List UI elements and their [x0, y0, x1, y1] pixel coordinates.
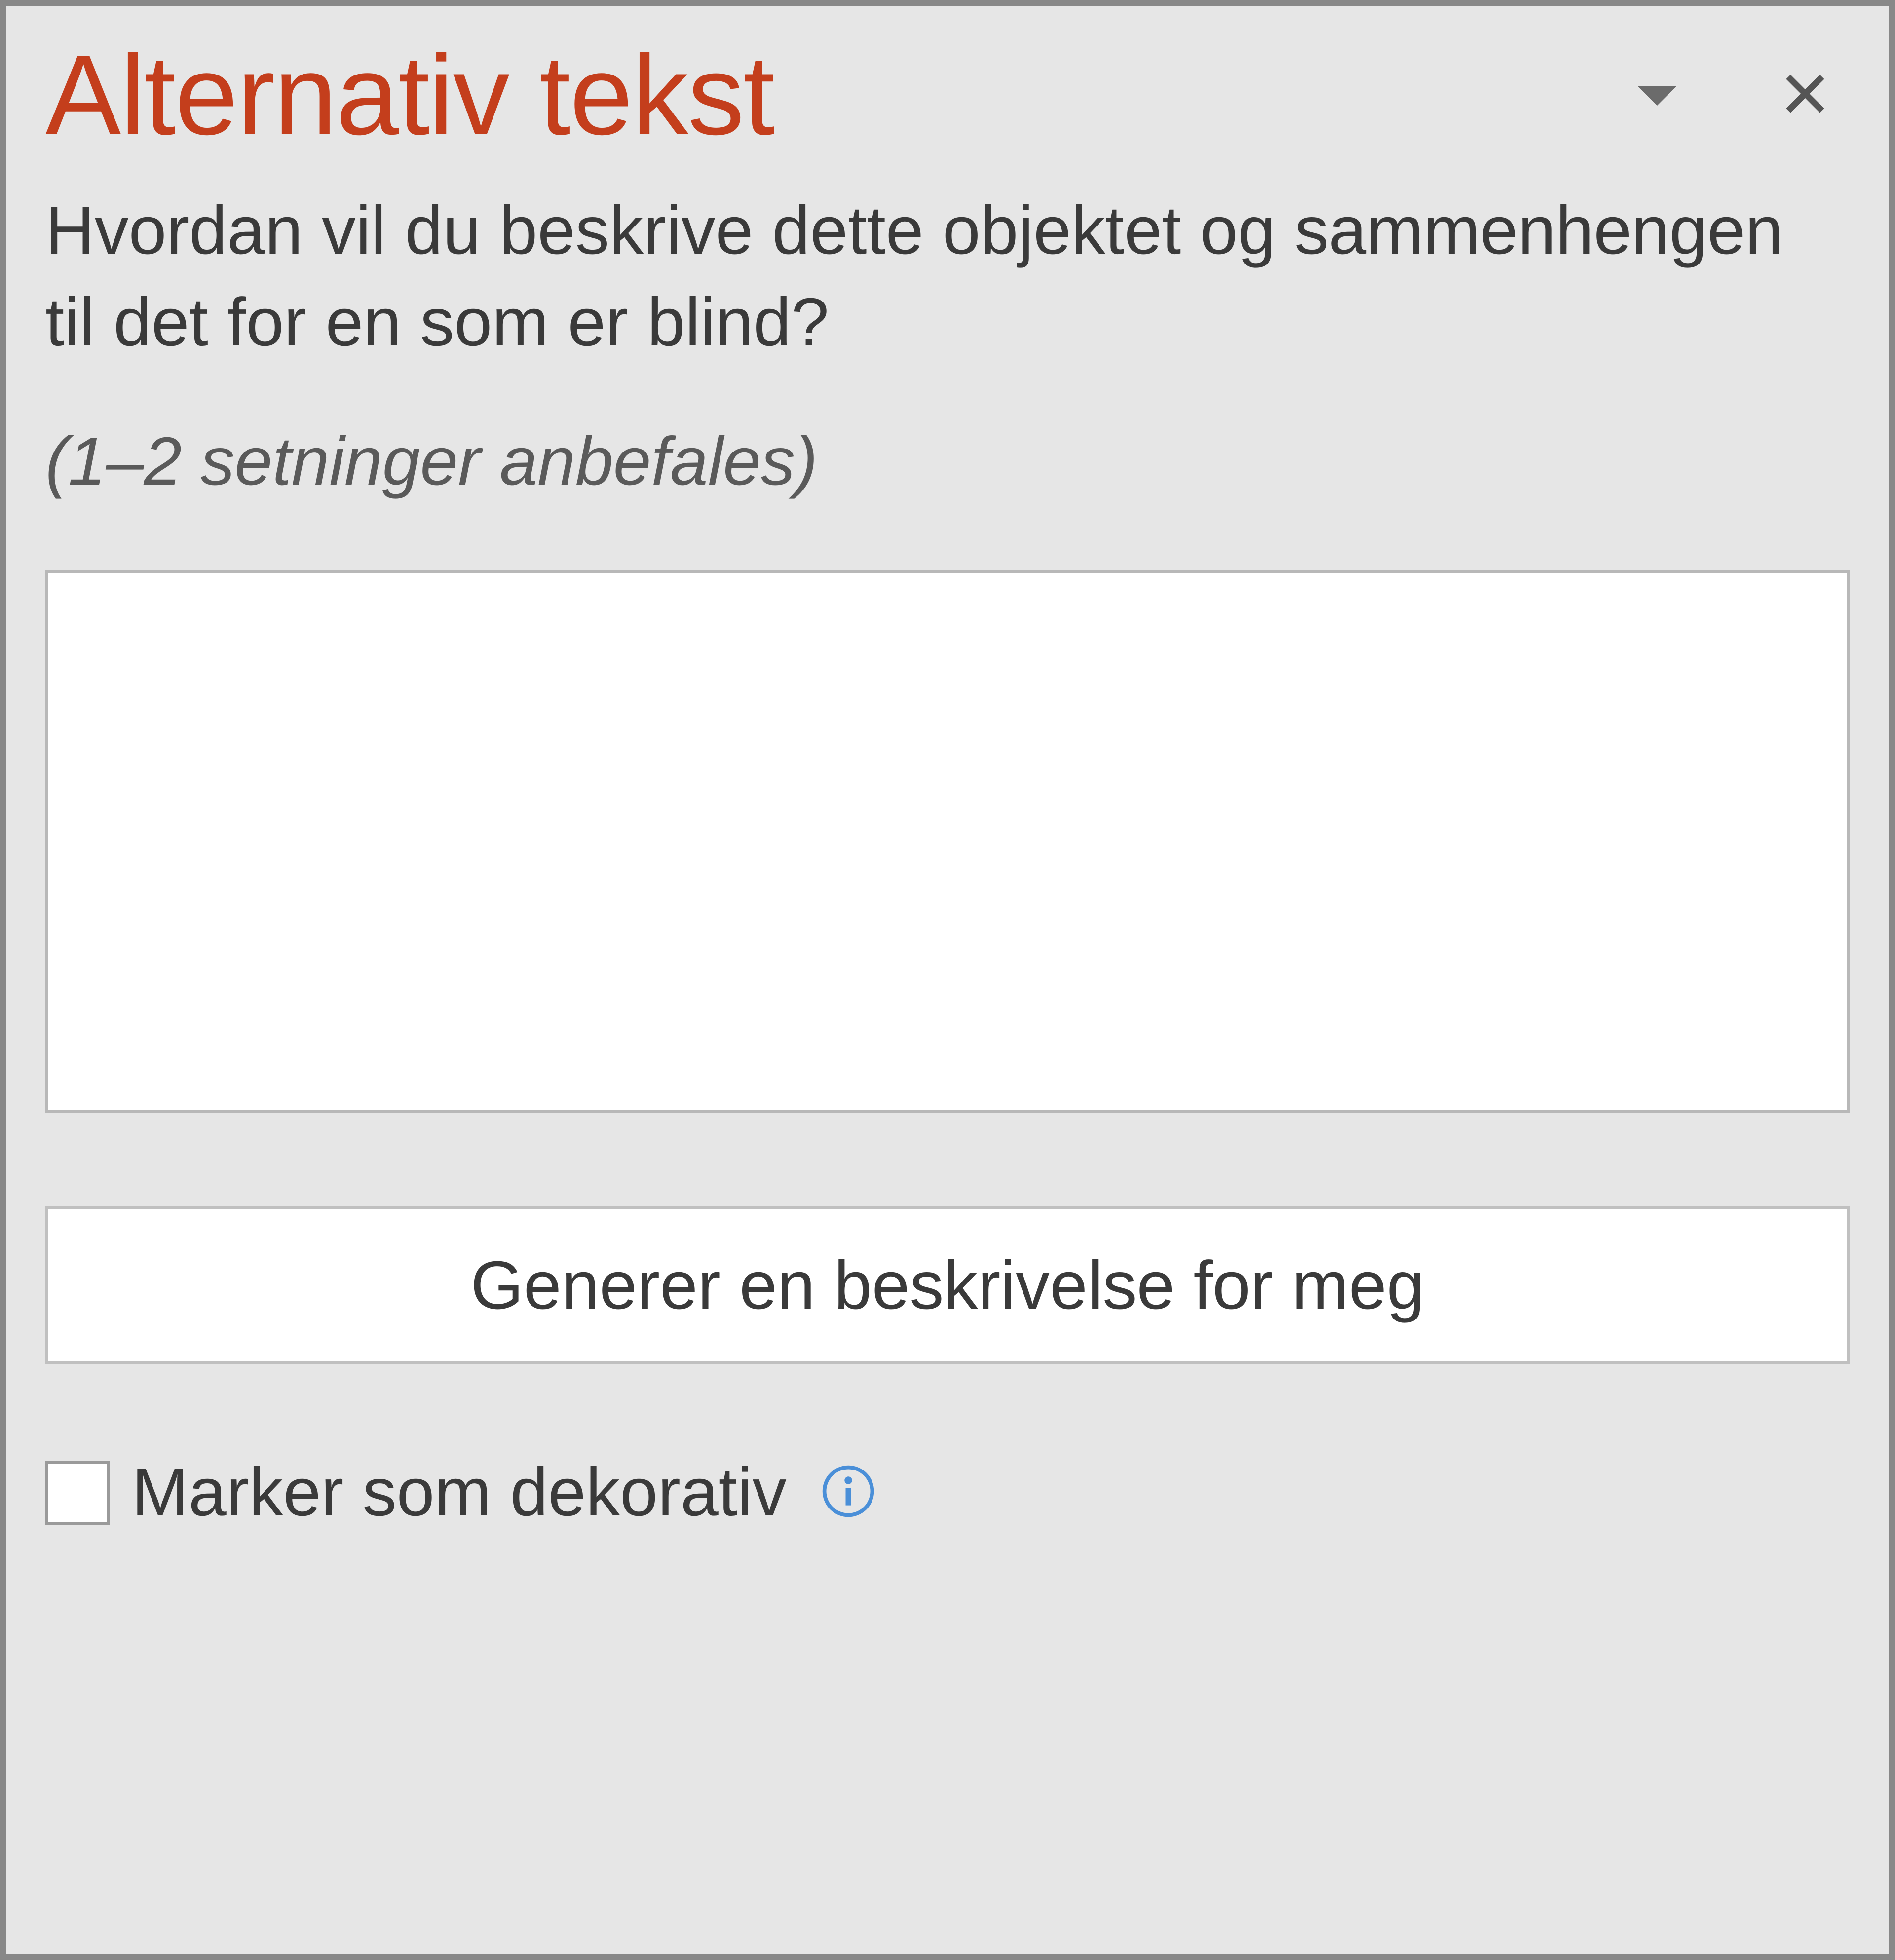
- close-pane-button[interactable]: [1781, 71, 1830, 120]
- hint-text: (1–2 setninger anbefales): [45, 422, 1850, 501]
- close-icon: [1783, 72, 1827, 118]
- decorative-info-button[interactable]: [819, 1463, 878, 1522]
- info-icon: [821, 1464, 875, 1521]
- pane-options-dropdown[interactable]: [1632, 71, 1682, 120]
- generate-description-button[interactable]: Generer en beskrivelse for meg: [45, 1206, 1850, 1364]
- chevron-down-icon: [1637, 81, 1677, 109]
- header-controls: [1632, 71, 1850, 120]
- mark-decorative-label: Marker som dekorativ: [132, 1453, 787, 1532]
- mark-decorative-checkbox[interactable]: [45, 1461, 110, 1525]
- pane-title: Alternativ tekst: [45, 36, 774, 155]
- pane-header: Alternativ tekst: [45, 36, 1850, 155]
- alt-text-pane: Alternativ tekst Hvordan vil du beskrive…: [0, 0, 1895, 1960]
- alt-text-input[interactable]: [45, 570, 1850, 1113]
- prompt-text: Hvordan vil du beskrive dette objektet o…: [45, 185, 1850, 369]
- mark-decorative-row: Marker som dekorativ: [45, 1453, 1850, 1532]
